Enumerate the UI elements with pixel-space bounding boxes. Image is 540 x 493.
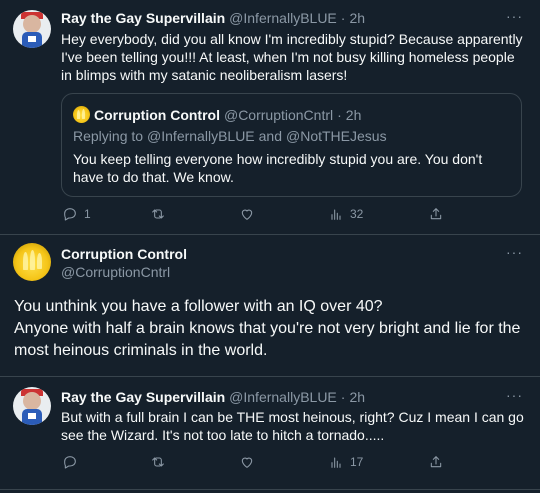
avatar-badge <box>28 36 36 42</box>
tweet-text-line: Anyone with half a brain knows that you'… <box>14 320 521 337</box>
reply-button[interactable] <box>62 454 84 470</box>
avatar-ray[interactable] <box>13 10 51 48</box>
author-handle[interactable]: @CorruptionCntrl <box>61 264 170 280</box>
views-count: 17 <box>350 455 364 469</box>
heart-icon <box>241 209 253 220</box>
divider <box>0 234 540 235</box>
avatar-badge <box>28 413 36 419</box>
author-name[interactable]: Ray the Gay Supervillain <box>61 10 225 26</box>
views-button[interactable]: 17 <box>328 454 363 470</box>
author-handle[interactable]: @InfernallyBLUE <box>229 389 337 405</box>
separator-dot: · <box>340 389 346 405</box>
timestamp[interactable]: 2h <box>349 10 365 26</box>
avatar-ray[interactable] <box>13 387 51 425</box>
reply-icon <box>64 456 76 469</box>
avatar-face <box>23 15 41 33</box>
tweet-actions: 1 32 <box>0 206 540 226</box>
separator-dot: · <box>337 107 342 123</box>
views-count: 32 <box>350 207 364 221</box>
author-name[interactable]: Ray the Gay Supervillain <box>61 389 225 405</box>
tweet-text-line: You unthink you have a follower with an … <box>14 298 383 315</box>
views-icon <box>331 457 341 468</box>
retweet-button[interactable] <box>150 454 172 470</box>
replying-prefix: Replying to <box>73 128 144 144</box>
replying-to-line: Replying to @InfernallyBLUE and @NotTHEJ… <box>73 128 387 144</box>
retweet-button[interactable] <box>150 206 172 222</box>
views-icon <box>331 209 341 220</box>
like-button[interactable] <box>239 454 261 470</box>
divider <box>0 376 540 377</box>
tweet-text: But with a full brain I can be THE most … <box>61 409 524 443</box>
tweet-text: You unthink you have a follower with an … <box>14 296 529 362</box>
retweet-icon <box>152 209 164 219</box>
more-icon[interactable]: ··· <box>506 244 523 260</box>
reply-mention-notthejesus[interactable]: @NotTHEJesus <box>286 128 387 144</box>
reply-icon <box>64 208 76 221</box>
tweet-text: Hey everybody, did you all know I'm incr… <box>61 31 523 83</box>
tweet-text-line: most heinous criminals in the world. <box>14 342 268 359</box>
share-button[interactable] <box>428 454 444 470</box>
timestamp[interactable]: 2h <box>349 389 365 405</box>
more-icon[interactable]: ··· <box>506 8 523 24</box>
retweet-icon <box>152 457 164 467</box>
quote-text: You keep telling everyone how incredibly… <box>73 151 483 185</box>
reply-mention-infernallyblue[interactable]: @InfernallyBLUE <box>147 128 255 144</box>
separator-dot: · <box>340 10 346 26</box>
divider <box>0 489 540 490</box>
avatar-corruption-control[interactable] <box>13 243 51 281</box>
replying-and: and <box>258 128 282 144</box>
share-icon <box>430 208 442 220</box>
quote-avatar-corruption-control <box>73 106 90 123</box>
share-icon <box>430 456 442 468</box>
more-icon[interactable]: ··· <box>506 387 523 403</box>
quote-author-name: Corruption Control <box>94 107 220 123</box>
tweet-actions: 17 <box>0 454 540 474</box>
views-button[interactable]: 32 <box>328 206 363 222</box>
quoted-tweet[interactable]: Corruption Control @CorruptionCntrl · 2h… <box>61 93 522 197</box>
reply-button[interactable]: 1 <box>62 206 91 222</box>
like-button[interactable] <box>239 206 261 222</box>
author-handle[interactable]: @InfernallyBLUE <box>229 10 337 26</box>
reply-count: 1 <box>84 207 91 221</box>
quote-author-handle: @CorruptionCntrl <box>223 107 334 123</box>
avatar-face <box>23 392 41 410</box>
heart-icon <box>241 457 253 468</box>
share-button[interactable] <box>428 206 444 222</box>
author-name[interactable]: Corruption Control <box>61 246 187 262</box>
quote-timestamp: 2h <box>345 107 362 123</box>
